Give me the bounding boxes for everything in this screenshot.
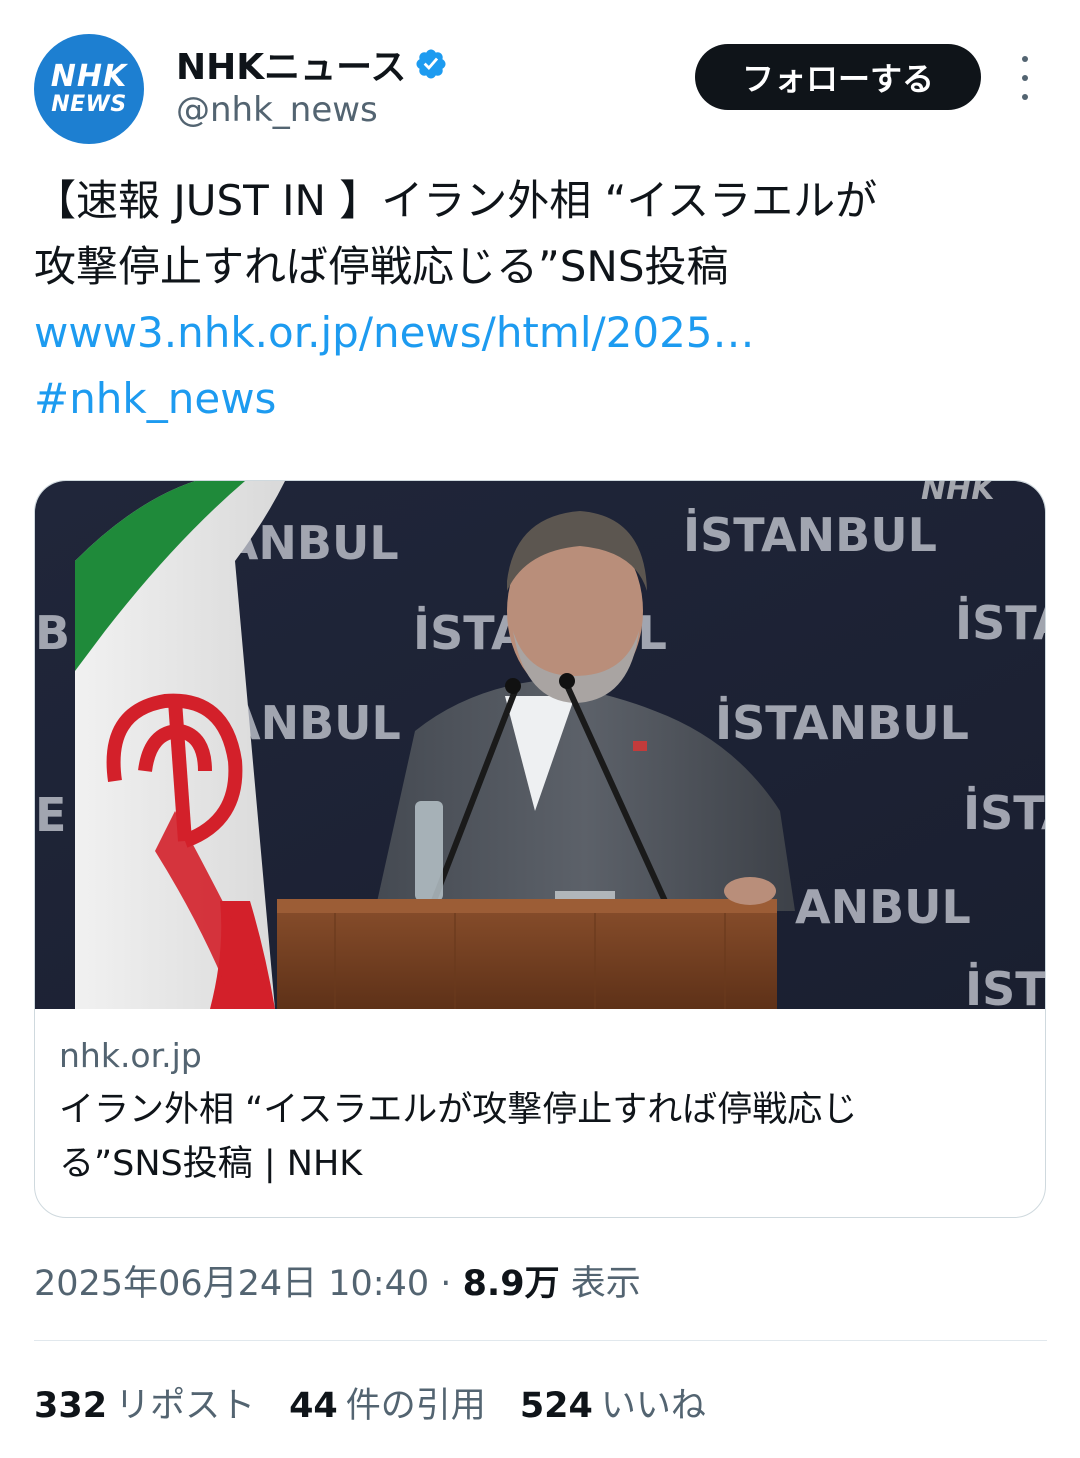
- reposts-stat[interactable]: 332 リポスト: [34, 1378, 255, 1434]
- tweet-text-line: 【速報 JUST IN 】イラン外相 “イスラエルが: [34, 176, 878, 225]
- user-handle[interactable]: @nhk_news: [176, 90, 378, 130]
- display-name[interactable]: NHKニュース: [176, 38, 448, 90]
- broadcast-logo: NHK: [921, 481, 997, 507]
- link-card[interactable]: TANBUL İSTANBUL B İSTANBUL İSTA ANBUL İS…: [34, 480, 1046, 1218]
- svg-text:E: E: [35, 788, 66, 842]
- timestamp-row: 2025年06月24日 10:40 · 8.9万 表示: [34, 1256, 641, 1312]
- likes-stat[interactable]: 524 いいね: [520, 1378, 706, 1434]
- tweet-text: 【速報 JUST IN 】イラン外相 “イスラエルが 攻撃停止すれば停戦応じる”…: [34, 168, 1044, 432]
- divider: [34, 1340, 1047, 1341]
- press-conference-photo: TANBUL İSTANBUL B İSTANBUL İSTA ANBUL İS…: [35, 481, 1045, 1009]
- reposts-count: 332: [34, 1386, 108, 1426]
- svg-text:B: B: [35, 606, 70, 660]
- svg-text:İSTANBUL: İSTANBUL: [683, 508, 937, 562]
- tweet-link[interactable]: www3.nhk.or.jp/news/html/2025…: [34, 300, 1044, 366]
- quotes-stat[interactable]: 44 件の引用: [289, 1378, 486, 1434]
- likes-label: いいね: [600, 1386, 706, 1426]
- avatar-logo-line1: NHK: [50, 59, 128, 94]
- quotes-count: 44: [289, 1386, 338, 1426]
- tweet-text-line: 攻撃停止すれば停戦応じる”SNS投稿: [34, 242, 729, 291]
- card-title: イラン外相 “イスラエルが攻撃停止すれば停戦応じ る”SNS投稿 | NHK: [59, 1083, 1019, 1191]
- card-meta: nhk.or.jp イラン外相 “イスラエルが攻撃停止すれば停戦応じ る”SNS…: [59, 1029, 1019, 1191]
- card-title-line: イラン外相 “イスラエルが攻撃停止すれば停戦応じ: [59, 1090, 858, 1130]
- views-count: 8.9万: [462, 1264, 560, 1304]
- tweet-hashtag[interactable]: #nhk_news: [34, 366, 1044, 432]
- views-label: 表示: [570, 1264, 641, 1304]
- follow-button[interactable]: フォローする: [695, 44, 981, 110]
- svg-text:İST: İST: [965, 962, 1045, 1009]
- avatar[interactable]: NHK NEWS: [34, 34, 144, 144]
- reposts-label: リポスト: [115, 1386, 256, 1426]
- avatar-logo-line2: NEWS: [51, 92, 127, 117]
- more-options-icon[interactable]: [1012, 56, 1038, 100]
- quotes-label: 件の引用: [345, 1386, 486, 1426]
- tweet-timestamp[interactable]: 2025年06月24日 10:40: [34, 1264, 429, 1304]
- svg-text:İSTA: İSTA: [963, 786, 1045, 840]
- svg-text:İSTANBUL: İSTANBUL: [715, 696, 969, 750]
- likes-count: 524: [519, 1386, 593, 1426]
- engagement-stats: 332 リポスト 44 件の引用 524 いいね: [34, 1378, 740, 1434]
- verified-badge-icon: [416, 49, 446, 79]
- display-name-text: NHKニュース: [176, 47, 407, 88]
- card-title-line: る”SNS投稿 | NHK: [59, 1144, 363, 1184]
- svg-text:İSTA: İSTA: [955, 596, 1045, 650]
- separator-dot: ·: [440, 1264, 452, 1304]
- card-domain: nhk.or.jp: [59, 1036, 202, 1075]
- svg-text:ANBUL: ANBUL: [795, 880, 971, 934]
- card-image[interactable]: TANBUL İSTANBUL B İSTANBUL İSTA ANBUL İS…: [35, 481, 1045, 1009]
- svg-text:ANBUL: ANBUL: [225, 696, 401, 750]
